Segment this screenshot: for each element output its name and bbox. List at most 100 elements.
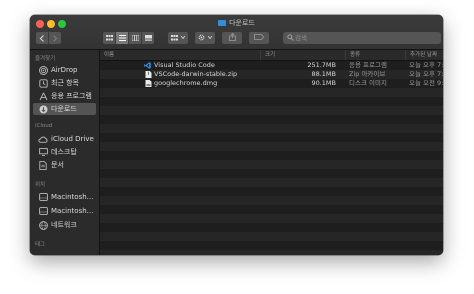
sidebar-item-label: 최근 항목 bbox=[51, 79, 79, 87]
file-date-added: 오늘 오전 9:17 bbox=[409, 79, 443, 87]
file-size: 90.1MB bbox=[311, 79, 336, 87]
empty-row bbox=[100, 142, 443, 151]
sidebar-section-tags: 태그 bbox=[35, 242, 46, 248]
sidebar-item-label: 네트워크 bbox=[51, 221, 77, 229]
recents-icon bbox=[38, 78, 48, 88]
sidebar-section-locations: 위치 bbox=[35, 182, 46, 188]
navigation-buttons bbox=[36, 32, 61, 44]
search-input[interactable] bbox=[295, 32, 435, 44]
back-button[interactable] bbox=[36, 32, 49, 44]
sidebar-item-label: 문서 bbox=[51, 161, 64, 169]
gallery-view-button[interactable] bbox=[142, 32, 154, 44]
column-header-date-added[interactable]: 추가된 날짜 bbox=[405, 50, 443, 60]
column-header-kind[interactable]: 종류 bbox=[345, 50, 405, 60]
file-name: googlechrome.dmg bbox=[154, 79, 218, 87]
empty-row bbox=[100, 178, 443, 187]
file-size: 88.1MB bbox=[311, 70, 336, 78]
sidebar-item-label: Macintosh... bbox=[51, 193, 94, 201]
folder-icon bbox=[218, 20, 227, 26]
vscode-app-icon bbox=[144, 62, 151, 69]
empty-row bbox=[100, 124, 443, 133]
sidebar-item-label: 응용 프로그램 bbox=[51, 92, 92, 100]
view-mode-control bbox=[103, 32, 154, 44]
empty-row bbox=[100, 160, 443, 169]
file-name: VSCode-darwin-stable.zip bbox=[154, 70, 238, 78]
search-icon bbox=[287, 34, 294, 41]
table-row[interactable]: VSCode-darwin-stable.zip 88.1MB Zip 아카이브… bbox=[100, 70, 443, 79]
sidebar-item-downloads[interactable]: 다운로드 bbox=[33, 103, 96, 115]
column-header-name[interactable]: 이름 bbox=[100, 50, 260, 60]
sidebar-item-label: Macintosh... bbox=[51, 207, 94, 215]
document-icon bbox=[38, 160, 48, 170]
sidebar-item-network[interactable]: 네트워크 bbox=[33, 219, 96, 231]
empty-row bbox=[100, 106, 443, 115]
file-size: 251.7MB bbox=[307, 61, 336, 69]
sidebar-item-label: 데스크탑 bbox=[51, 148, 77, 156]
empty-row bbox=[100, 88, 443, 97]
empty-row bbox=[100, 214, 443, 223]
airdrop-icon bbox=[38, 65, 48, 75]
action-menu-button[interactable] bbox=[195, 32, 215, 44]
toolbar: 다운로드 bbox=[30, 15, 443, 50]
window-title: 다운로드 bbox=[30, 18, 443, 28]
sidebar-item-recents[interactable]: 최근 항목 bbox=[33, 77, 96, 89]
table-row[interactable]: Visual Studio Code 251.7MB 응용 프로그램 오늘 오후… bbox=[100, 61, 443, 70]
group-by-button[interactable] bbox=[168, 32, 188, 44]
file-kind: Zip 아카이브 bbox=[349, 70, 386, 78]
column-header-size[interactable]: 크기 bbox=[260, 50, 345, 60]
share-icon bbox=[228, 32, 236, 41]
disk-icon bbox=[38, 192, 48, 202]
grid-icon bbox=[105, 35, 113, 41]
dmg-file-icon bbox=[145, 80, 152, 87]
network-icon bbox=[38, 220, 48, 230]
applications-icon bbox=[38, 91, 48, 101]
sidebar-item-macintosh-hd-1[interactable]: Macintosh... bbox=[33, 191, 96, 203]
sidebar-item-label: 다운로드 bbox=[51, 105, 77, 113]
file-list: 이름 크기 종류 추가된 날짜 Visual Studio Code 251.7… bbox=[100, 50, 443, 255]
sidebar-section-icloud: iCloud bbox=[35, 123, 53, 129]
sidebar-item-icloud-drive[interactable]: iCloud Drive bbox=[33, 133, 96, 145]
file-kind: 응용 프로그램 bbox=[349, 61, 387, 69]
gear-icon bbox=[198, 34, 205, 41]
file-date-added: 오늘 오후 7:35 bbox=[409, 70, 443, 78]
edit-tags-button[interactable] bbox=[249, 32, 269, 44]
icon-view-button[interactable] bbox=[103, 32, 116, 44]
sidebar-item-documents[interactable]: 문서 bbox=[33, 159, 96, 171]
sidebar-item-airdrop[interactable]: AirDrop bbox=[33, 64, 96, 76]
chevron-right-icon bbox=[53, 34, 58, 42]
cloud-icon bbox=[38, 134, 48, 144]
gallery-icon bbox=[144, 35, 152, 41]
empty-row bbox=[100, 232, 443, 241]
sidebar-section-favorites: 즐겨찾기 bbox=[35, 56, 56, 62]
chevron-down-icon bbox=[180, 35, 185, 40]
finder-window: 다운로드 검색 즐겨찾기 AirDrop 최근 항목 응용 프로그램 다운로드 … bbox=[30, 15, 443, 255]
list-icon bbox=[118, 35, 126, 41]
file-date-added: 오늘 오후 7:47 bbox=[409, 61, 443, 69]
chevron-left-icon bbox=[39, 34, 44, 42]
list-view-button[interactable] bbox=[116, 32, 129, 44]
column-view-button[interactable] bbox=[129, 32, 142, 44]
file-kind: 디스크 이미지 bbox=[349, 79, 387, 87]
file-name: Visual Studio Code bbox=[154, 61, 215, 69]
downloads-icon bbox=[38, 104, 48, 114]
sidebar-item-applications[interactable]: 응용 프로그램 bbox=[33, 90, 96, 102]
search-field[interactable] bbox=[283, 32, 441, 44]
desktop-icon bbox=[38, 147, 48, 157]
group-grid-icon bbox=[171, 35, 179, 41]
chevron-down-icon bbox=[207, 35, 212, 40]
sidebar-item-label: iCloud Drive bbox=[51, 135, 94, 143]
empty-row bbox=[100, 250, 443, 255]
tag-icon bbox=[254, 34, 265, 40]
sidebar-item-macintosh-hd-2[interactable]: Macintosh... bbox=[33, 205, 96, 217]
disk-icon bbox=[38, 206, 48, 216]
share-button[interactable] bbox=[222, 32, 242, 44]
column-header-row: 이름 크기 종류 추가된 날짜 bbox=[100, 50, 443, 61]
empty-row bbox=[100, 196, 443, 205]
zip-file-icon bbox=[145, 71, 152, 78]
sidebar: 즐겨찾기 AirDrop 최근 항목 응용 프로그램 다운로드 iCloud i… bbox=[30, 50, 100, 255]
table-row[interactable]: googlechrome.dmg 90.1MB 디스크 이미지 오늘 오전 9:… bbox=[100, 79, 443, 88]
columns-icon bbox=[131, 35, 139, 41]
forward-button[interactable] bbox=[49, 32, 61, 44]
sidebar-item-label: AirDrop bbox=[51, 66, 78, 74]
sidebar-item-desktop[interactable]: 데스크탑 bbox=[33, 146, 96, 158]
